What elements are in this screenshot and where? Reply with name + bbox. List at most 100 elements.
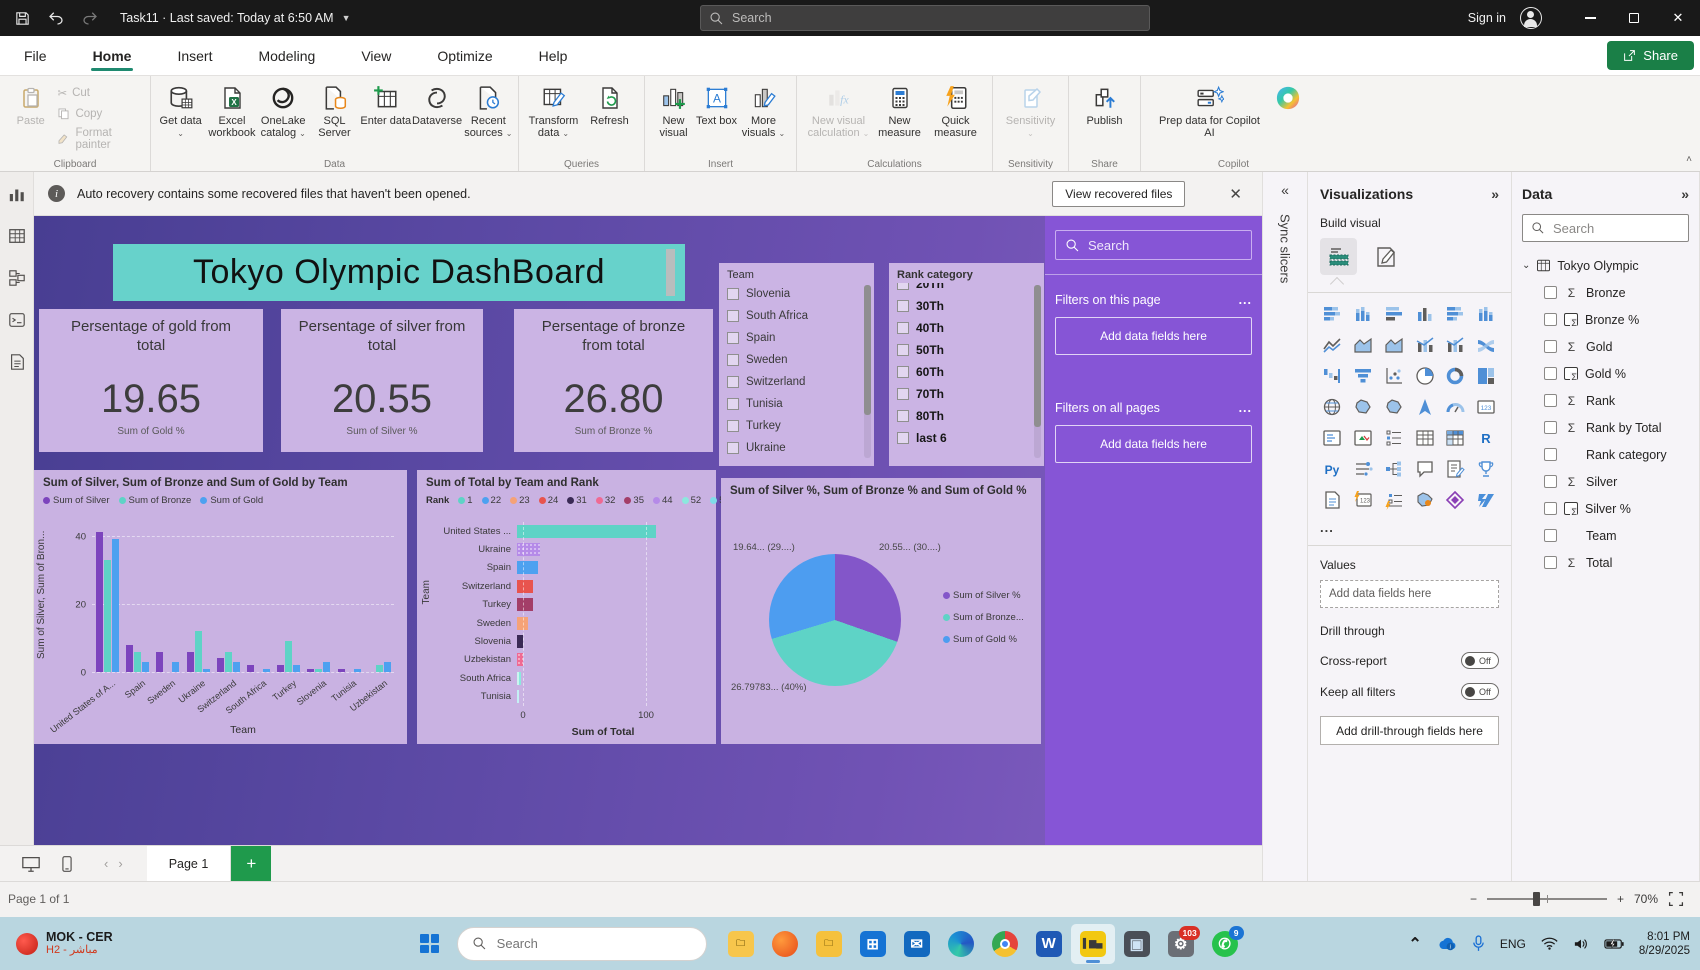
dashboard-title-card[interactable]: Tokyo Olympic DashBoard <box>113 244 685 301</box>
collapse-pane-icon[interactable]: » <box>1491 186 1499 202</box>
clustered-bar-chart-icon[interactable] <box>1382 302 1406 326</box>
battery-icon[interactable] <box>1604 938 1624 950</box>
key-influencers-icon[interactable] <box>1351 457 1375 481</box>
zoom-in-icon[interactable]: + <box>1617 892 1624 906</box>
rank-slicer-item[interactable]: 60Th <box>897 361 1036 383</box>
paginated-report-icon[interactable] <box>1320 488 1344 512</box>
speaker-icon[interactable] <box>1573 937 1589 951</box>
data-search[interactable] <box>1522 214 1689 242</box>
qa-visual-icon[interactable] <box>1413 457 1437 481</box>
team-slicer-item[interactable]: Spain <box>727 327 866 349</box>
100-stacked-bar-chart-icon[interactable] <box>1443 302 1467 326</box>
checkbox[interactable] <box>727 442 739 454</box>
sql-server-button[interactable]: SQL Server <box>309 82 360 139</box>
app-folder[interactable]: 🗀 <box>807 924 851 964</box>
kpi-icon[interactable] <box>1351 426 1375 450</box>
team-slicer-item[interactable]: Slovenia <box>727 283 866 305</box>
onelake-catalog-button[interactable]: OneLake catalog ⌄ <box>258 82 309 140</box>
checkbox[interactable] <box>897 283 909 290</box>
app-store[interactable]: ⊞ <box>851 924 895 964</box>
maximize-button[interactable] <box>1612 0 1656 36</box>
checkbox[interactable] <box>897 300 909 312</box>
checkbox[interactable] <box>1544 340 1557 353</box>
checkbox[interactable] <box>727 288 739 300</box>
build-visual-mode-button[interactable] <box>1320 238 1357 275</box>
r-script-visual-icon[interactable]: R <box>1474 426 1498 450</box>
column-chart-visual[interactable]: Sum of Silver, Sum of Bronze and Sum of … <box>34 470 407 744</box>
python-visual-icon[interactable]: Py <box>1320 457 1344 481</box>
team-slicer-item[interactable]: Switzerland <box>727 371 866 393</box>
microphone-icon[interactable] <box>1472 935 1485 952</box>
legend-item[interactable]: Sum of Bronze... <box>943 612 1024 623</box>
legend-item[interactable]: Sum of Gold <box>200 495 263 506</box>
gauge-icon[interactable] <box>1443 395 1467 419</box>
checkbox[interactable] <box>1544 556 1557 569</box>
bar[interactable] <box>293 665 301 672</box>
checkbox[interactable] <box>727 310 739 322</box>
legend-item[interactable]: Sum of Silver % <box>943 590 1024 601</box>
checkbox[interactable] <box>897 344 909 356</box>
collapse-pane-icon[interactable]: » <box>1681 186 1689 202</box>
field-team[interactable]: Team <box>1522 522 1689 549</box>
bar[interactable] <box>517 598 533 612</box>
team-slicer[interactable]: Team Slovenia South Africa Spain Sweden Swit… <box>719 263 874 466</box>
app-whatsapp[interactable]: ✆ 9 <box>1203 924 1247 964</box>
checkbox[interactable] <box>897 366 909 378</box>
clustered-column-chart-icon[interactable] <box>1413 302 1437 326</box>
excel-workbook-button[interactable]: X Excel workbook <box>206 82 257 139</box>
dax-query-view-icon[interactable] <box>7 310 27 330</box>
bar[interactable] <box>383 661 391 672</box>
checkbox[interactable] <box>727 354 739 366</box>
bar[interactable] <box>216 658 224 672</box>
rank-slicer-item[interactable]: 40Th <box>897 317 1036 339</box>
bar[interactable] <box>134 651 142 672</box>
fit-to-page-icon[interactable] <box>1668 891 1684 907</box>
more-options-icon[interactable]: ... <box>1239 401 1252 415</box>
field-bronze[interactable]: Σ Bronze <box>1522 279 1689 306</box>
legend-item[interactable]: 23 <box>510 495 530 506</box>
dismiss-banner-icon[interactable]: ✕ <box>1223 185 1248 203</box>
bar[interactable] <box>517 543 541 557</box>
view-recovered-files-button[interactable]: View recovered files <box>1052 180 1186 207</box>
table-view-icon[interactable] <box>7 226 27 246</box>
values-dropzone[interactable]: Add data fields here <box>1320 580 1499 608</box>
taskbar-search-input[interactable] <box>496 936 692 951</box>
kpi-card-silver[interactable]: Persentage of silver from total 20.55 Su… <box>281 309 483 452</box>
pie-chart-icon[interactable] <box>1413 364 1437 388</box>
checkbox[interactable] <box>727 332 739 344</box>
app-chrome[interactable] <box>983 924 1027 964</box>
rank-slicer-item[interactable]: 20Th <box>897 283 1036 295</box>
sync-slicers-label[interactable]: Sync slicers <box>1278 214 1293 283</box>
zoom-level[interactable]: 70% <box>1634 892 1658 906</box>
donut-chart-icon[interactable] <box>1443 364 1467 388</box>
line-chart-icon[interactable] <box>1320 333 1344 357</box>
bar[interactable] <box>194 631 202 672</box>
wifi-icon[interactable] <box>1541 937 1558 950</box>
filters-search-input[interactable] <box>1088 237 1242 253</box>
legend-item[interactable]: 32 <box>595 495 615 506</box>
mobile-layout-icon[interactable] <box>54 851 80 877</box>
field-total[interactable]: Σ Total <box>1522 549 1689 576</box>
close-button[interactable]: ✕ <box>1656 0 1700 36</box>
app-settings[interactable]: ⚙ 103 <box>1159 924 1203 964</box>
checkbox[interactable] <box>1544 313 1557 326</box>
matrix-icon[interactable] <box>1443 426 1467 450</box>
team-slicer-item[interactable]: Sweden <box>727 349 866 371</box>
stacked-bar-chart-icon[interactable] <box>1320 302 1344 326</box>
bar[interactable] <box>142 661 150 672</box>
report-view-icon[interactable] <box>7 184 27 204</box>
get-data-button[interactable]: Get data ⌄ <box>155 82 206 140</box>
add-page-button[interactable]: + <box>231 845 272 882</box>
enter-data-button[interactable]: Enter data <box>360 82 411 127</box>
start-button[interactable] <box>413 927 447 961</box>
area-chart-icon[interactable] <box>1351 333 1375 357</box>
bar[interactable] <box>285 641 293 672</box>
chevron-down-icon[interactable]: ⌄ <box>1522 260 1530 271</box>
app-file-explorer[interactable]: 🗀 <box>719 924 763 964</box>
copilot-button[interactable] <box>1264 82 1312 127</box>
filters-this-page-dropzone[interactable]: Add data fields here <box>1055 317 1252 355</box>
bar[interactable] <box>263 668 270 672</box>
ribbon-chart-icon[interactable] <box>1474 333 1498 357</box>
taskbar-search[interactable] <box>456 926 707 961</box>
app-edge[interactable] <box>939 924 983 964</box>
